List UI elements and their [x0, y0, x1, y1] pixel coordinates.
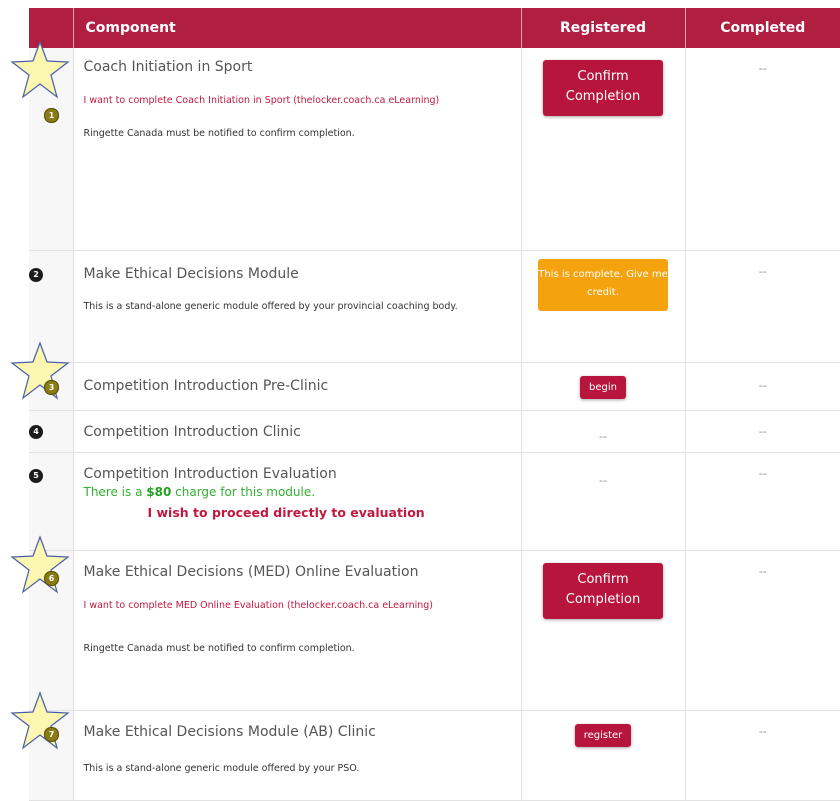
- elearning-link[interactable]: I want to complete Coach Initiation in S…: [84, 90, 474, 112]
- step-number-badge: 5: [29, 468, 43, 483]
- header-registered: Registered: [521, 8, 686, 48]
- component-note: Ringette Canada must be notified to conf…: [83, 642, 355, 654]
- row-number-cell: 3: [10, 340, 74, 411]
- table-header: Component Registered Completed: [29, 8, 840, 48]
- component-cell: Competition Introduction Pre-Clinic: [73, 362, 522, 411]
- confirm-completion-button[interactable]: Confirm Completion: [543, 60, 663, 116]
- component-title: Competition Introduction Pre-Clinic: [83, 377, 329, 394]
- component-title: Make Ethical Decisions Module: [83, 265, 299, 282]
- component-cell: Make Ethical Decisions Module (AB) Clini…: [73, 710, 522, 801]
- component-cell: Competition Introduction Evaluation Ther…: [73, 452, 522, 551]
- component-cell: Coach Initiation in Sport I want to comp…: [73, 48, 522, 251]
- component-title: Competition Introduction Evaluation: [83, 465, 337, 482]
- component-title: Competition Introduction Clinic: [83, 423, 301, 440]
- row-number-cell: 7: [10, 690, 74, 801]
- component-title: Make Ethical Decisions Module (AB) Clini…: [83, 723, 376, 740]
- component-note: This is a stand-alone generic module off…: [83, 762, 360, 774]
- step-number-badge: 3: [44, 379, 59, 395]
- registered-cell: This is complete. Give me credit.: [521, 250, 686, 363]
- registered-value: --: [599, 429, 607, 443]
- completed-cell: --: [685, 550, 840, 711]
- registered-cell: register: [521, 710, 686, 801]
- component-note: Ringette Canada must be notified to conf…: [83, 128, 355, 139]
- registered-cell: --: [521, 452, 686, 551]
- step-number-badge: 1: [44, 108, 59, 123]
- header-completed: Completed: [685, 8, 840, 48]
- completed-cell: --: [685, 452, 840, 551]
- row-number-cell: 2: [29, 250, 74, 363]
- proceed-to-evaluation-link[interactable]: I wish to proceed directly to evaluation: [148, 505, 511, 520]
- table-row: 3 Competition Introduction Pre-Clinic be…: [10, 340, 840, 411]
- table-row: 5 Competition Introduction Evaluation Th…: [29, 452, 840, 551]
- step-number-badge: 4: [29, 424, 43, 439]
- step-number-badge: 6: [44, 570, 59, 586]
- completed-cell: --: [685, 710, 840, 801]
- begin-button[interactable]: begin: [580, 375, 626, 399]
- completed-cell: --: [685, 250, 840, 363]
- components-table: Component Registered Completed 1 Coach I…: [10, 8, 840, 801]
- row-number-cell: 6: [10, 534, 74, 711]
- charge-prefix: There is a: [83, 484, 147, 499]
- component-title: Make Ethical Decisions (MED) Online Eval…: [83, 563, 419, 580]
- table-row: 4 Competition Introduction Clinic -- --: [29, 410, 840, 453]
- component-cell: Make Ethical Decisions (MED) Online Eval…: [73, 550, 522, 711]
- completed-cell: --: [685, 410, 840, 453]
- header-component: Component: [73, 8, 522, 48]
- elearning-link[interactable]: I want to complete MED Online Evaluation…: [84, 595, 474, 617]
- charge-suffix: charge for this module.: [171, 484, 316, 499]
- register-button[interactable]: register: [574, 723, 632, 747]
- star-icon: [10, 40, 70, 99]
- registered-value: --: [599, 473, 607, 487]
- registered-cell: begin: [521, 362, 686, 411]
- table-row: 7 Make Ethical Decisions Module (AB) Cli…: [10, 690, 840, 801]
- page: Component Registered Completed 1 Coach I…: [0, 0, 840, 801]
- row-number-cell: 5: [29, 452, 74, 551]
- confirm-completion-button[interactable]: Confirm Completion: [543, 562, 663, 619]
- charge-amount: $80: [146, 484, 172, 499]
- component-title: Coach Initiation in Sport: [83, 59, 253, 75]
- table-row: 6 Make Ethical Decisions (MED) Online Ev…: [10, 534, 840, 711]
- table-row: 1 Coach Initiation in Sport I want to co…: [10, 40, 840, 251]
- completed-cell: --: [685, 362, 840, 411]
- component-note: This is a stand-alone generic module off…: [83, 300, 458, 312]
- registered-cell: --: [521, 410, 686, 453]
- step-number-badge: 7: [44, 726, 59, 742]
- row-number-cell: 4: [29, 410, 74, 453]
- registered-cell: Confirm Completion: [521, 550, 686, 711]
- give-me-credit-button[interactable]: This is complete. Give me credit.: [538, 258, 668, 311]
- row-number-cell: 1: [10, 40, 74, 251]
- component-cell: Competition Introduction Clinic: [73, 410, 522, 453]
- charge-notice: There is a $80 charge for this module.: [84, 485, 511, 499]
- header-number: [29, 8, 74, 48]
- component-cell: Make Ethical Decisions Module This is a …: [73, 250, 522, 363]
- step-number-badge: 2: [29, 267, 43, 282]
- table-row: 2 Make Ethical Decisions Module This is …: [29, 250, 840, 363]
- completed-cell: --: [685, 48, 840, 251]
- registered-cell: Confirm Completion: [521, 48, 686, 251]
